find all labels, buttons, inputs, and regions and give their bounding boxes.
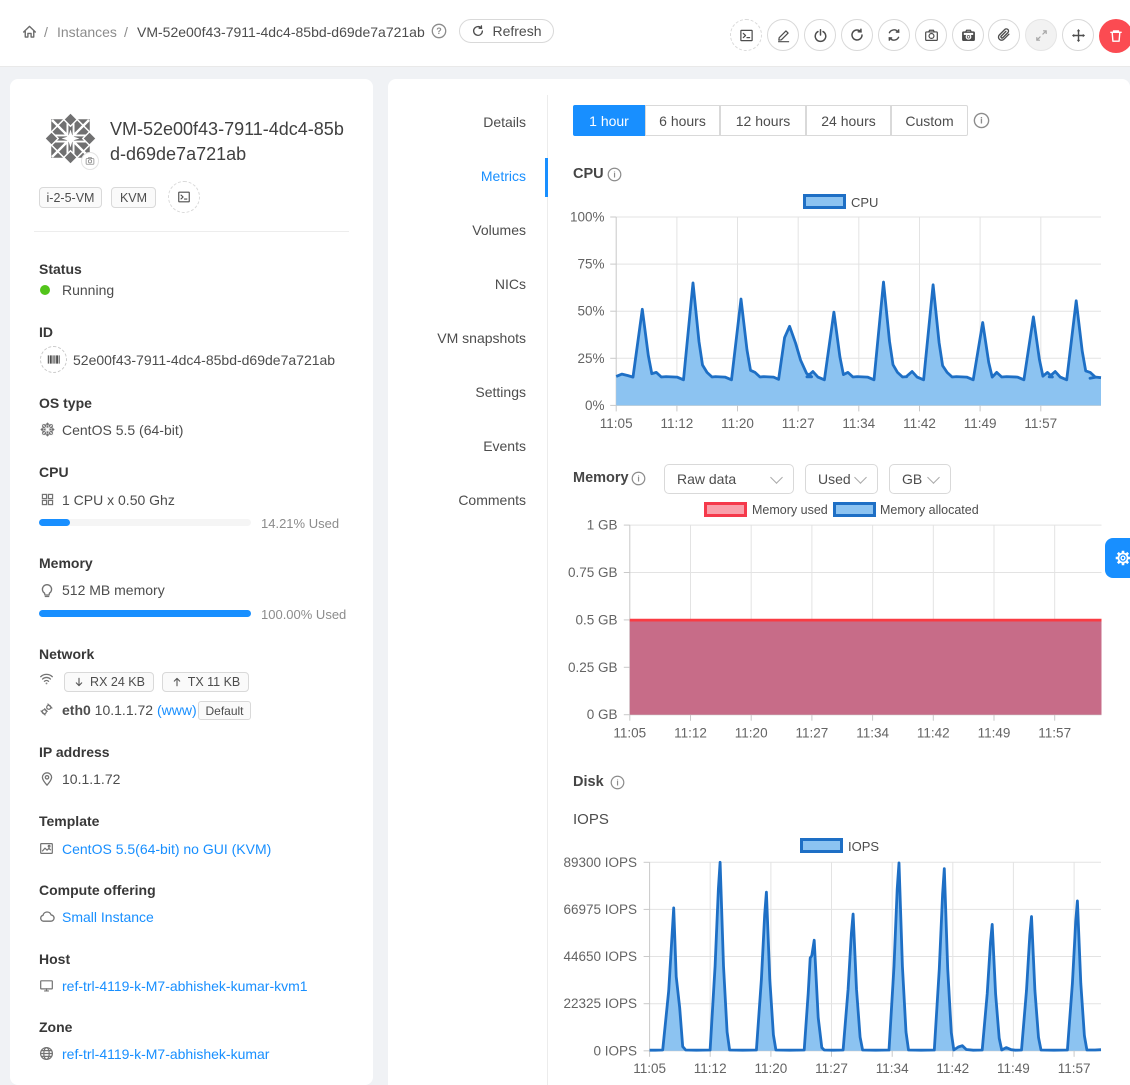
svg-text:100%: 100% [570,210,605,225]
svg-text:11:34: 11:34 [856,726,889,741]
svg-text:50%: 50% [577,304,604,319]
svg-text:11:27: 11:27 [782,416,815,431]
svg-text:75%: 75% [577,257,604,272]
svg-text:11:12: 11:12 [674,726,707,741]
svg-text:11:42: 11:42 [917,726,950,741]
svg-text:11:42: 11:42 [936,1061,969,1076]
svg-text:11:05: 11:05 [613,726,646,741]
svg-text:0 IOPS: 0 IOPS [593,1043,637,1058]
svg-text:11:49: 11:49 [964,416,997,431]
svg-text:0 GB: 0 GB [587,707,618,722]
svg-text:11:27: 11:27 [796,726,829,741]
svg-text:11:20: 11:20 [721,416,754,431]
svg-text:11:34: 11:34 [876,1061,909,1076]
svg-text:11:57: 11:57 [1058,1061,1091,1076]
svg-text:0%: 0% [585,398,605,413]
svg-text:25%: 25% [577,351,604,366]
svg-text:0.5 GB: 0.5 GB [575,612,617,627]
svg-text:11:49: 11:49 [978,726,1011,741]
svg-text:?: ? [436,26,442,36]
svg-text:i: i [613,169,615,179]
svg-text:22325 IOPS: 22325 IOPS [563,996,637,1011]
svg-text:11:05: 11:05 [633,1061,666,1076]
svg-text:89300 IOPS: 89300 IOPS [563,855,637,870]
svg-text:0.75 GB: 0.75 GB [568,565,618,580]
svg-text:i: i [616,777,618,787]
svg-text:11:20: 11:20 [755,1061,788,1076]
svg-text:11:12: 11:12 [661,416,694,431]
svg-text:11:27: 11:27 [815,1061,848,1076]
svg-text:11:05: 11:05 [600,416,633,431]
svg-text:11:34: 11:34 [842,416,875,431]
svg-text:11:12: 11:12 [694,1061,727,1076]
svg-text:44650 IOPS: 44650 IOPS [563,949,637,964]
svg-text:66975 IOPS: 66975 IOPS [563,902,637,917]
svg-text:11:42: 11:42 [903,416,936,431]
svg-text:11:20: 11:20 [735,726,768,741]
svg-text:11:49: 11:49 [997,1061,1030,1076]
svg-text:11:57: 11:57 [1024,416,1057,431]
svg-text:1 GB: 1 GB [587,518,618,533]
svg-text:i: i [980,116,983,127]
svg-text:11:57: 11:57 [1038,726,1071,741]
svg-text:0.25 GB: 0.25 GB [568,660,618,675]
svg-text:i: i [637,473,639,483]
